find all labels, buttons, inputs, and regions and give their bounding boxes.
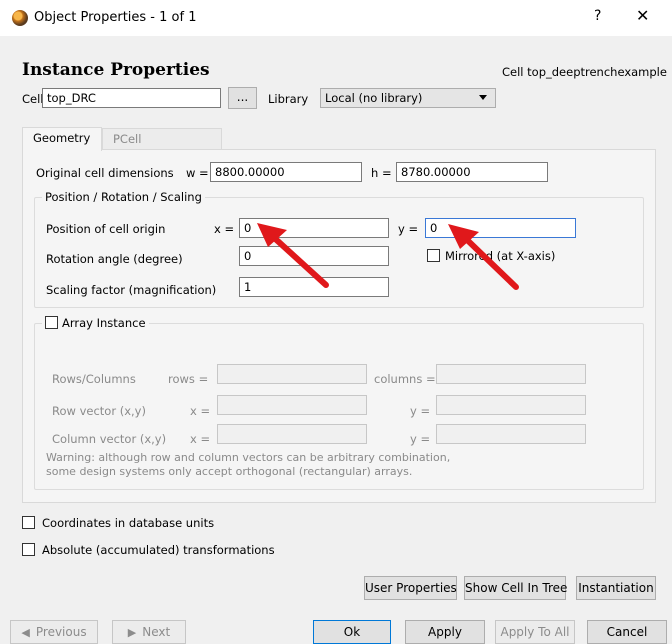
position-y-field[interactable]: 0 (425, 218, 576, 238)
rows-label: rows = (168, 372, 209, 386)
array-warning-line2: some design systems only accept orthogon… (46, 465, 413, 478)
cell-info: Cell top_deeptrenchexample (502, 65, 667, 79)
apply-to-all-button[interactable]: Apply To All (495, 620, 575, 644)
rotation-field[interactable]: 0 (239, 246, 389, 266)
next-label: Next (142, 625, 171, 639)
scaling-label: Scaling factor (magnification) (46, 283, 217, 297)
row-vector-label: Row vector (x,y) (52, 404, 146, 418)
column-vector-label: Column vector (x,y) (52, 432, 167, 446)
library-dropdown[interactable]: Local (no library) (320, 88, 496, 108)
library-value: Local (no library) (325, 91, 423, 105)
h-label: h = (371, 166, 392, 180)
database-units-label: Coordinates in database units (42, 516, 215, 530)
column-vector-y-label: y = (410, 432, 431, 446)
columns-label: columns = (374, 372, 436, 386)
scaling-field[interactable]: 1 (239, 277, 389, 297)
arrow-left-icon: ◀ (21, 626, 30, 639)
array-instance-checkbox[interactable] (45, 316, 58, 329)
prs-group-title: Position / Rotation / Scaling (42, 190, 205, 204)
previous-label: Previous (35, 625, 87, 639)
cell-label: Cell (22, 92, 44, 106)
library-label: Library (268, 92, 309, 106)
next-button[interactable]: ▶ Next (112, 620, 186, 644)
arrow-right-icon: ▶ (127, 626, 137, 639)
rotation-label: Rotation angle (degree) (46, 252, 183, 266)
columns-field[interactable] (436, 364, 586, 384)
help-button[interactable]: ? (594, 8, 601, 24)
mirrored-label: Mirrored (at X-axis) (445, 249, 556, 263)
array-instance-header: Array Instance (42, 316, 149, 330)
rows-field[interactable] (217, 364, 367, 384)
tab-pcell-parameters[interactable]: PCell parameters (102, 128, 222, 166)
w-label: w = (186, 166, 209, 180)
array-instance-label: Array Instance (62, 316, 146, 330)
window-title: Object Properties - 1 of 1 (34, 10, 197, 25)
array-warning-line1: Warning: although row and column vectors… (46, 451, 451, 464)
y-label: y = (398, 222, 419, 236)
row-vector-y-field[interactable] (436, 395, 586, 415)
ok-button[interactable]: Ok (313, 620, 391, 644)
original-dims-label: Original cell dimensions (36, 166, 174, 180)
absolute-transformations-checkbox[interactable] (22, 543, 35, 556)
row-vector-y-label: y = (410, 404, 431, 418)
row-vector-x-field[interactable] (217, 395, 367, 415)
tab-geometry[interactable]: Geometry (22, 127, 102, 151)
chevron-down-icon (479, 95, 487, 100)
cancel-button[interactable]: Cancel (587, 620, 667, 644)
width-field[interactable]: 8800.00000 (210, 162, 362, 182)
cell-name-field[interactable]: top_DRC (42, 88, 221, 108)
apply-button[interactable]: Apply (405, 620, 485, 644)
close-button[interactable]: ✕ (636, 6, 649, 25)
app-icon (12, 10, 28, 26)
row-vector-x-label: x = (190, 404, 211, 418)
x-label: x = (214, 222, 235, 236)
user-properties-button[interactable]: User Properties (364, 576, 457, 600)
database-units-checkbox[interactable] (22, 516, 35, 529)
mirrored-checkbox[interactable] (427, 249, 440, 262)
absolute-transformations-label: Absolute (accumulated) transformations (42, 543, 275, 557)
dialog-heading: Instance Properties (22, 60, 210, 80)
browse-cell-button[interactable]: ... (228, 87, 257, 109)
title-bar: Object Properties - 1 of 1 ? ✕ (0, 0, 672, 36)
rows-columns-label: Rows/Columns (52, 372, 136, 386)
column-vector-x-label: x = (190, 432, 211, 446)
position-label: Position of cell origin (46, 222, 166, 236)
column-vector-x-field[interactable] (217, 424, 367, 444)
instantiation-button[interactable]: Instantiation (576, 576, 656, 600)
column-vector-y-field[interactable] (436, 424, 586, 444)
previous-button[interactable]: ◀ Previous (10, 620, 98, 644)
show-cell-in-tree-button[interactable]: Show Cell In Tree (464, 576, 567, 600)
position-x-field[interactable]: 0 (239, 218, 389, 238)
height-field[interactable]: 8780.00000 (396, 162, 548, 182)
